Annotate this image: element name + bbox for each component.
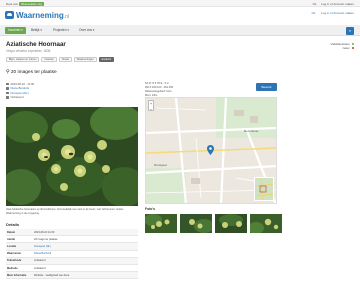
table-row: Methode onbekend <box>6 265 138 273</box>
scientific-name-text: Vespa velutina <box>6 49 27 53</box>
tag-exotic[interactable]: Exotisch <box>98 57 115 62</box>
login-link[interactable]: Log in of Account maken <box>321 2 354 6</box>
camera-icon: ⚲ <box>6 70 10 75</box>
photo-thumbnail[interactable] <box>145 214 177 233</box>
meta-status: Onbekend <box>10 95 24 100</box>
detail-location-link[interactable]: Nunspeet (NL) <box>34 245 51 248</box>
detail-value: 20 imago ter plaatse <box>34 237 58 241</box>
thumbnail-image <box>250 214 282 233</box>
location-map[interactable]: Den Oever Nunspeet + − <box>145 97 277 204</box>
detail-value: onbekend <box>34 259 46 263</box>
observation-meta: 2023-08-23 · 11:00 Diana Burdonk Nunspee… <box>6 82 34 100</box>
nav-over-ons[interactable]: Over ons ▾ <box>76 27 97 34</box>
zoom-out-button[interactable]: − <box>149 107 153 113</box>
detail-key: Methode <box>7 266 18 270</box>
table-row: Waarnemer Diana Burdonk <box>6 251 138 258</box>
scientific-author: Lepeletier, 1836 <box>27 49 51 53</box>
location-icon <box>6 91 9 95</box>
detail-key: Telmethode <box>7 259 22 263</box>
thumbnail-image <box>180 214 212 233</box>
photo-thumbnails <box>145 214 282 233</box>
detail-value: onbekend <box>34 266 46 270</box>
details-heading: Details <box>6 222 20 227</box>
calendar-icon <box>6 82 9 86</box>
detail-key: Waarnemer <box>7 252 22 256</box>
validation-value: zeker <box>342 46 350 51</box>
site-header: Waarneming.nl NL Log in of Account maken <box>0 7 360 23</box>
table-row: Telmethode onbekend <box>6 257 138 265</box>
photo-caption: Veel Aziatische hoornaars op dit bosklim… <box>6 208 124 215</box>
thumbnail-image <box>145 214 177 233</box>
edit-button[interactable]: Bewerk <box>256 83 277 91</box>
table-row: Datum 2023-08-23 11:00 <box>6 229 138 237</box>
status-dot-icon <box>351 46 354 50</box>
header-language[interactable]: NL <box>312 11 316 15</box>
info-icon <box>6 96 9 99</box>
thumbnail-image <box>215 214 247 233</box>
location-meta: 52.37 N 5.78 E · 5 m RD-X 183.123 · 481.… <box>145 82 173 98</box>
ivy-photo-image <box>6 107 138 206</box>
details-table: Datum 2023-08-23 11:00 Aantal 20 imago ter… <box>6 229 138 280</box>
detail-key: Locatie <box>7 244 17 248</box>
detail-observer-link[interactable]: Diana Burdonk <box>34 252 51 255</box>
observation-photo[interactable] <box>6 107 138 206</box>
header-links: NL Log in of Account maken <box>307 11 354 15</box>
table-row: Locatie Nunspeet (NL) <box>6 243 138 251</box>
top-utility-bar: Deel ook Observation.org NL Log in of Ac… <box>0 0 360 7</box>
header-login[interactable]: Log in of Account maken <box>321 11 354 15</box>
detail-value: 2023-08-23 11:00 <box>34 230 55 234</box>
detail-key: Meer informatie <box>7 273 27 277</box>
table-row: Meer informatie Website · Geldigheid van … <box>6 272 138 280</box>
validation-status: Validatiestatus zeker <box>330 42 354 50</box>
minimap-tiles <box>255 178 273 200</box>
detail-value: Website · Geldigheid van deze <box>34 273 70 277</box>
map-label: Nunspeet <box>154 163 167 167</box>
photo-thumbnail[interactable] <box>180 214 212 233</box>
top-left-note: Deel ook Observation.org <box>6 1 45 6</box>
logo-text: Waarneming <box>16 10 64 20</box>
photo-count-text: 20 images ter plaatse <box>10 70 57 75</box>
minimap[interactable] <box>254 177 274 201</box>
logo-suffix: .nl <box>63 13 69 20</box>
table-row: Aantal 20 imago ter plaatse <box>6 236 138 244</box>
top-right-links: NL Log in of Account maken <box>309 2 354 6</box>
logo-icon <box>5 11 14 19</box>
site-logo[interactable]: Waarneming.nl <box>5 10 69 20</box>
nav-projecten[interactable]: Projecten ▾ <box>50 27 72 34</box>
tag-genus[interactable]: Vespa <box>58 57 72 62</box>
tag-observations[interactable]: Waarnemingen <box>73 57 97 62</box>
nav-invoeren[interactable]: Invoeren ▾ <box>5 27 26 34</box>
photo-thumbnail[interactable] <box>250 214 282 233</box>
scientific-name: Vespa velutina Lepeletier, 1836 <box>6 49 50 53</box>
user-icon <box>6 87 9 90</box>
taxonomy-tags: Bijen, wespen en mieren Insecten Vespa W… <box>6 57 115 62</box>
map-label: Den Oever <box>244 129 259 133</box>
page-title: Aziatische Hoornaar <box>6 41 66 48</box>
top-left-prefix: Deel ook <box>6 1 18 6</box>
fotos-heading: Foto's <box>145 207 156 211</box>
detail-key: Datum <box>7 230 16 234</box>
map-pin-icon[interactable] <box>207 145 214 155</box>
photo-thumbnail[interactable] <box>215 214 247 233</box>
language-link[interactable]: NL <box>313 2 317 6</box>
tag-class[interactable]: Insecten <box>41 57 57 62</box>
nav-bekijk[interactable]: Bekijk ▾ <box>28 27 45 34</box>
main-nav: Invoeren ▾ Bekijk ▾ Projecten ▾ Over ons… <box>0 25 360 36</box>
detail-key: Aantal <box>7 237 15 241</box>
validated-dot-icon <box>351 42 354 45</box>
photo-count-heading: ⚲ 20 images ter plaatse <box>6 70 57 75</box>
observation-badge[interactable]: Observation.org <box>18 1 45 6</box>
search-icon[interactable]: ⌕ <box>346 26 354 35</box>
tag-group[interactable]: Bijen, wespen en mieren <box>6 57 40 62</box>
zoom-controls: + − <box>148 100 154 113</box>
